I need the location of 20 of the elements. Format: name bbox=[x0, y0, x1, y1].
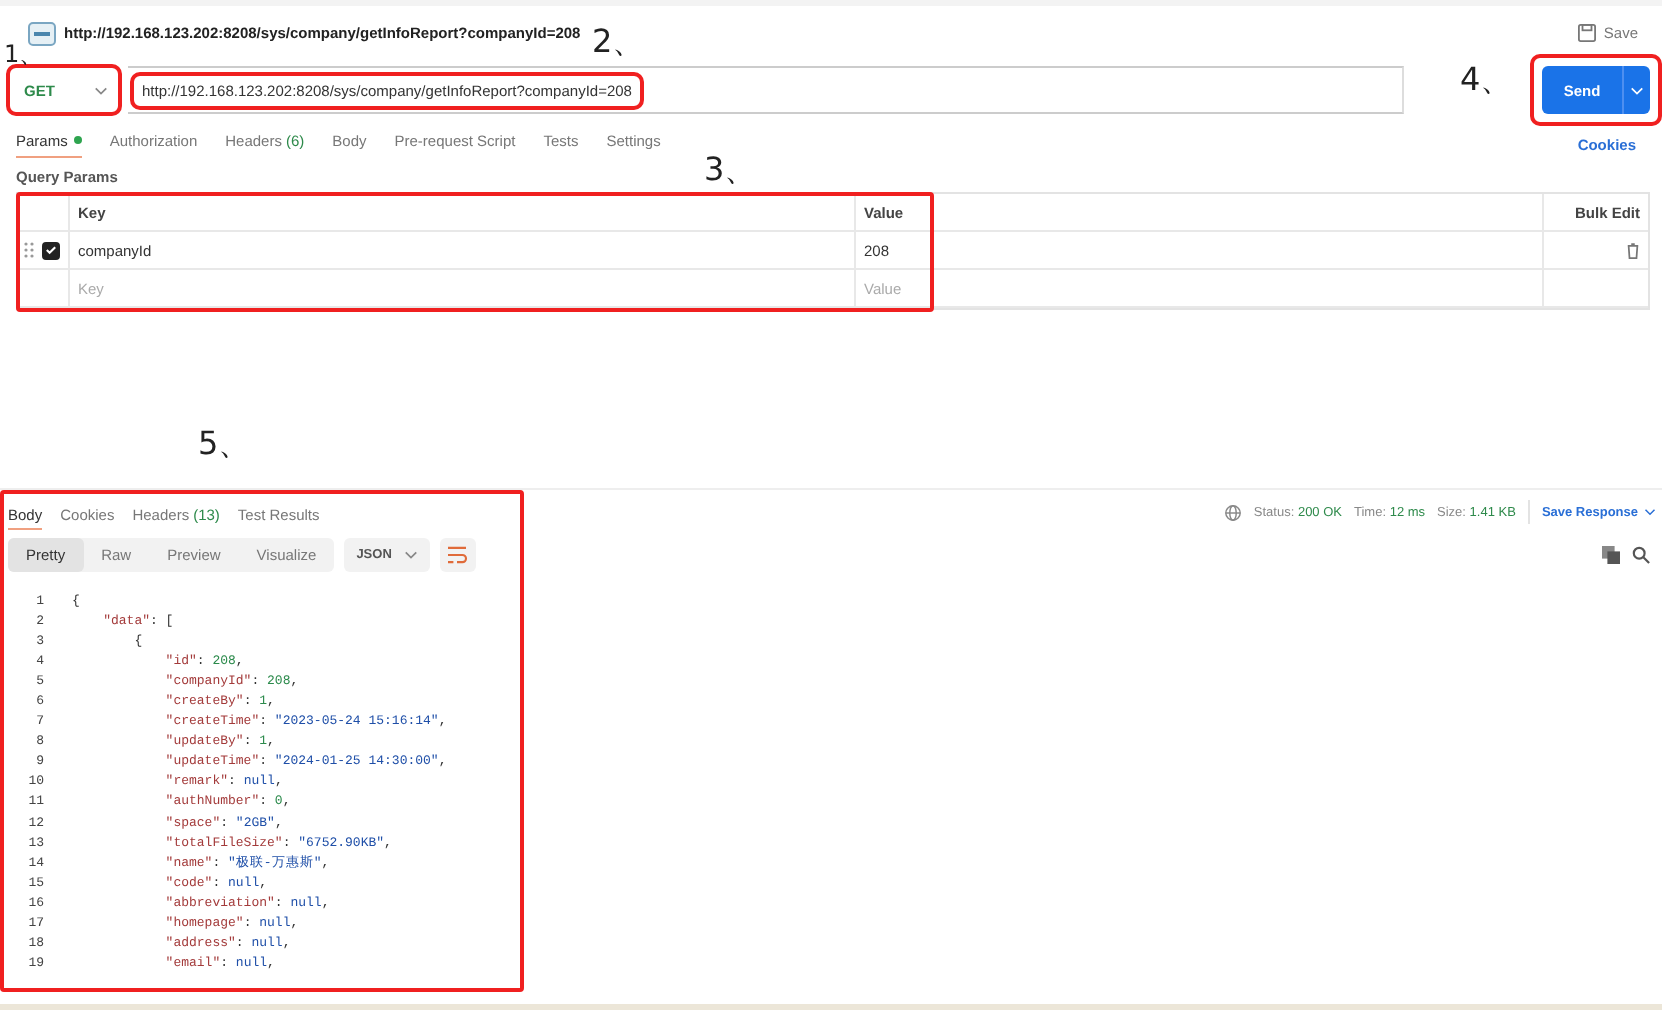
caret-icon bbox=[94, 85, 108, 95]
send-options-button[interactable] bbox=[1622, 66, 1650, 114]
wrap-lines-button[interactable] bbox=[439, 538, 476, 572]
drag-handle-icon[interactable] bbox=[24, 242, 34, 258]
checkbox[interactable] bbox=[42, 241, 60, 259]
caret-icon bbox=[1630, 85, 1644, 95]
trash-icon[interactable] bbox=[1626, 241, 1640, 259]
copy-icon[interactable] bbox=[1602, 546, 1620, 564]
globe-icon[interactable] bbox=[1223, 503, 1242, 521]
http-icon bbox=[28, 21, 56, 45]
search-icon[interactable] bbox=[1632, 546, 1650, 564]
wrap-lines-icon bbox=[446, 546, 469, 564]
annotation-number: 3、 bbox=[704, 154, 757, 186]
annotation-number: 1、 bbox=[4, 42, 44, 66]
save-icon bbox=[1577, 24, 1596, 42]
annotation-number: 2、 bbox=[592, 26, 645, 58]
caret-icon bbox=[403, 550, 418, 560]
annotation-number: 5、 bbox=[198, 428, 251, 460]
caret-icon bbox=[1644, 508, 1656, 516]
annotation-number: 4、 bbox=[1460, 64, 1513, 96]
